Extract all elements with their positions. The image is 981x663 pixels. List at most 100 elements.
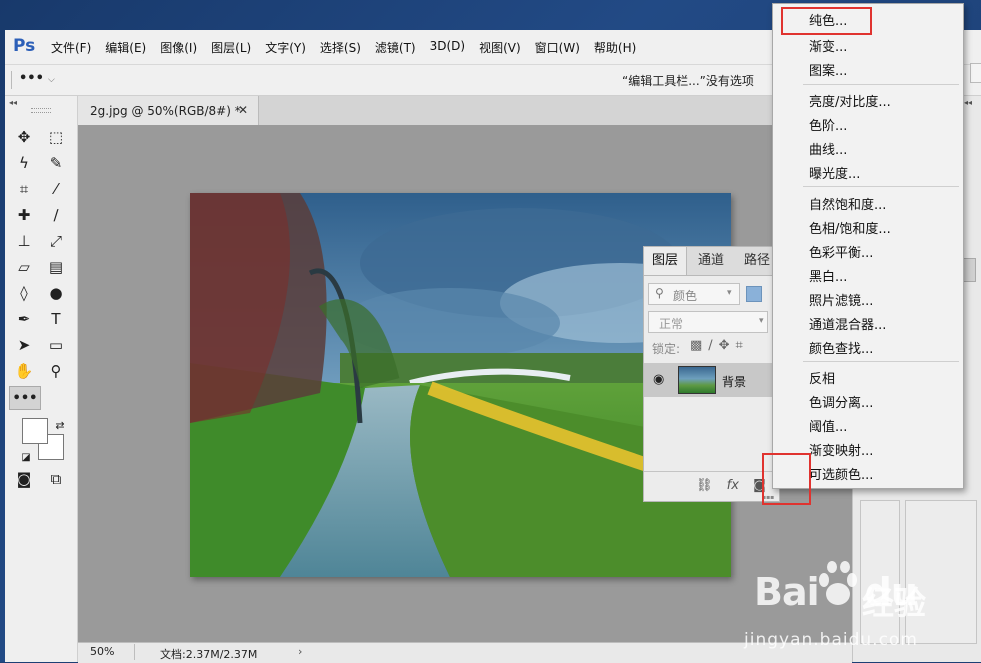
rectangle-tool-icon[interactable]: ▭ (45, 334, 67, 356)
eyedropper-tool-icon[interactable]: ⁄ (45, 178, 67, 200)
menu-separator (803, 361, 959, 362)
tab-strip (258, 96, 852, 125)
swap-colors-icon[interactable]: ⇄ (49, 414, 71, 436)
document-tab-title: 2g.jpg @ 50%(RGB/8#) * (90, 104, 241, 118)
menu-item-black-white[interactable]: 黑白... (809, 266, 847, 285)
menu-item-gradient-map[interactable]: 渐变映射... (809, 440, 873, 459)
menu-item-brightness-contrast[interactable]: 亮度/对比度... (809, 91, 891, 110)
layer-thumbnail (678, 366, 716, 394)
tools-panel: ◂◂ ✥ ⬚ ϟ ✎ ⌗ ⁄ ✚ ∕ ⊥ ⤢ ▱ ▤ ◊ ● ✒ T ➤ ▭ ✋… (5, 96, 78, 662)
menu-item-levels[interactable]: 色阶... (809, 115, 847, 134)
zoom-level-field[interactable]: 50% (82, 644, 135, 660)
foreground-color-swatch[interactable] (22, 418, 48, 444)
menu-item-vibrance[interactable]: 自然饱和度... (809, 194, 886, 213)
chevron-down-icon: ▾ (727, 288, 732, 298)
menu-item-invert[interactable]: 反相 (809, 368, 835, 387)
menu-view[interactable]: 视图(V) (479, 39, 521, 56)
tab-channels[interactable]: 通道 (690, 247, 732, 275)
menu-item-channel-mixer[interactable]: 通道混合器... (809, 314, 886, 333)
hand-tool-icon[interactable]: ✋ (13, 360, 35, 382)
menu-item-pattern[interactable]: 图案... (809, 60, 847, 79)
lasso-tool-icon[interactable]: ϟ (13, 152, 35, 174)
menu-filter[interactable]: 滤镜(T) (375, 39, 416, 56)
crop-tool-icon[interactable]: ⌗ (13, 178, 35, 200)
paw-icon (819, 561, 857, 605)
menu-file[interactable]: 文件(F) (51, 39, 91, 56)
document-size: 文档:2.37M/2.37M (160, 648, 258, 661)
marquee-tool-icon[interactable]: ⬚ (45, 126, 67, 148)
tool-preset-picker[interactable]: ••• ⌵ (19, 71, 55, 86)
menu-type[interactable]: 文字(Y) (265, 39, 306, 56)
collapse-icon[interactable]: ◂◂ (9, 98, 17, 107)
menu-item-color-lookup[interactable]: 颜色查找... (809, 338, 873, 357)
quick-mask-icon[interactable]: ◙ (13, 468, 35, 490)
pen-tool-icon[interactable]: ✒ (13, 308, 35, 330)
layer-filter-select[interactable]: ⚲ 颜色 ▾ (648, 283, 740, 305)
menu-3d[interactable]: 3D(D) (430, 39, 465, 56)
menu-select[interactable]: 选择(S) (320, 39, 361, 56)
dock-scrollbar[interactable] (962, 258, 976, 282)
menu-item-curves[interactable]: 曲线... (809, 139, 847, 158)
panel-grip[interactable] (31, 108, 51, 113)
gradient-tool-icon[interactable]: ▤ (45, 256, 67, 278)
menu-item-color-balance[interactable]: 色彩平衡... (809, 242, 873, 261)
collapse-icon[interactable]: ◂◂ (964, 98, 972, 107)
watermark-logo-head: Bai (754, 570, 820, 614)
blend-mode-select[interactable]: 正常 ▾ (648, 311, 768, 333)
type-tool-icon[interactable]: T (45, 308, 67, 330)
search-icon: ⚲ (655, 286, 664, 300)
watermark-url: jingyan.baidu.com (744, 630, 918, 650)
menu-item-hue-saturation[interactable]: 色相/饱和度... (809, 218, 891, 237)
watermark-jingyan: 经验 (862, 584, 927, 622)
chevron-down-icon: ⌵ (47, 75, 55, 85)
close-icon[interactable]: ✕ (238, 103, 248, 117)
brush-tool-icon[interactable]: ∕ (45, 204, 67, 226)
menu-image[interactable]: 图像(I) (160, 39, 197, 56)
blur-tool-icon[interactable]: ◊ (13, 282, 35, 304)
options-message: “编辑工具栏...”没有选项 (622, 74, 754, 88)
layers-panel: 图层 通道 路径 ⚲ 颜色 ▾ 正常 ▾ 锁定: ▩∕✥⌗ ◉ 背景 ⛓ fx … (643, 246, 780, 502)
layers-footer-icons[interactable]: ⛓ fx ◙ (696, 478, 766, 493)
status-menu-arrow[interactable]: › (298, 645, 302, 658)
link-icon[interactable]: ⛓ (696, 478, 713, 493)
menu-item-selective-color[interactable]: 可选颜色... (809, 464, 873, 483)
adjustment-layer-menu: 纯色... 渐变... 图案... 亮度/对比度... 色阶... 曲线... … (772, 3, 964, 489)
layers-panel-footer: ⛓ fx ◙ ▪▪▪ (644, 471, 779, 501)
status-bar: 50% 文档:2.37M/2.37M › (78, 642, 852, 663)
layer-row[interactable]: ◉ 背景 (644, 363, 779, 397)
edit-toolbar-icon[interactable]: ••• (9, 386, 41, 410)
menu-item-photo-filter[interactable]: 照片滤镜... (809, 290, 873, 309)
screen-mode-icon[interactable]: ⧉ (45, 468, 67, 490)
fx-icon[interactable]: fx (727, 478, 739, 493)
tab-layers[interactable]: 图层 (644, 247, 688, 275)
menu-help[interactable]: 帮助(H) (594, 39, 636, 56)
healing-brush-tool-icon[interactable]: ✚ (13, 204, 35, 226)
highlight-solid-color (781, 7, 872, 35)
clone-stamp-tool-icon[interactable]: ⊥ (13, 230, 35, 252)
layer-name: 背景 (722, 375, 747, 389)
menu-edit[interactable]: 编辑(E) (105, 39, 146, 56)
eye-icon[interactable]: ◉ (653, 372, 664, 387)
menu-window[interactable]: 窗口(W) (535, 39, 580, 56)
document-tab[interactable]: 2g.jpg @ 50%(RGB/8#) * ✕ (78, 96, 259, 125)
default-colors-icon[interactable]: ◪ (15, 446, 37, 468)
lock-icons[interactable]: ▩∕✥⌗ (690, 338, 749, 353)
path-select-tool-icon[interactable]: ➤ (13, 334, 35, 356)
menu-layer[interactable]: 图层(L) (211, 39, 251, 56)
eraser-tool-icon[interactable]: ▱ (13, 256, 35, 278)
menu-item-posterize[interactable]: 色调分离... (809, 392, 873, 411)
zoom-tool-icon[interactable]: ⚲ (45, 360, 67, 382)
menu-item-exposure[interactable]: 曝光度... (809, 163, 860, 182)
menu-separator (803, 84, 959, 85)
menu-item-gradient[interactable]: 渐变... (809, 36, 847, 55)
move-tool-icon[interactable]: ✥ (13, 126, 35, 148)
filter-pixel-icon[interactable] (746, 286, 762, 302)
window-control-fragment[interactable] (970, 63, 981, 83)
layer-filter-value: 颜色 (673, 289, 698, 303)
menu-item-threshold[interactable]: 阈值... (809, 416, 847, 435)
dodge-tool-icon[interactable]: ● (45, 282, 67, 304)
ps-logo: Ps (13, 36, 36, 56)
quick-select-tool-icon[interactable]: ✎ (45, 152, 67, 174)
history-brush-tool-icon[interactable]: ⤢ (45, 230, 67, 252)
menu-bar: 文件(F) 编辑(E) 图像(I) 图层(L) 文字(Y) 选择(S) 滤镜(T… (51, 39, 650, 56)
